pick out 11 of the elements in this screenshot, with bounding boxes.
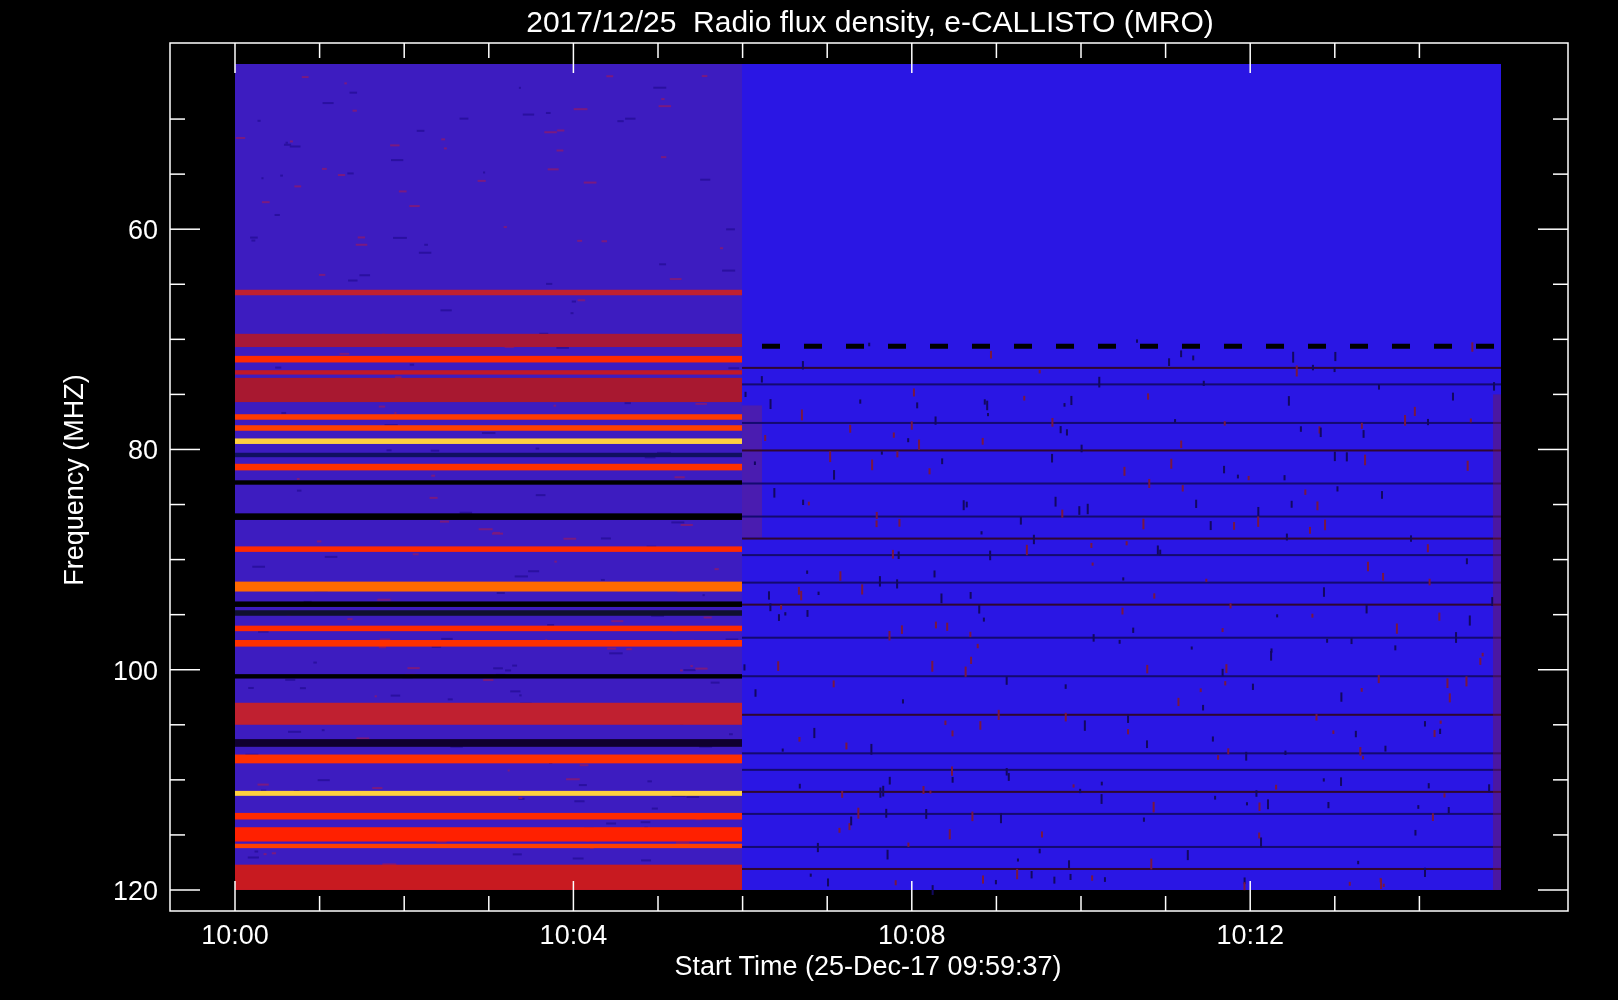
y-axis-title: Frequency (MHZ) [59,374,89,586]
x-axis-tick-label: 10:08 [878,920,946,950]
y-axis-tick-label: 100 [112,655,158,686]
x-axis-tick-label: 10:12 [1216,920,1284,950]
y-axis-tick-label: 80 [127,435,158,466]
y-axis-tick-label: 120 [112,876,158,906]
x-axis-tick-label: 10:04 [539,920,608,950]
chart-title: 2017/12/25 Radio flux density, e-CALLISTO (MRO) [526,5,1214,38]
y-axis-tick-label: 60 [127,215,158,246]
x-axis-title: Start Time (25-Dec-17 09:59:37) [674,951,1062,981]
x-axis-tick-label: 10:00 [201,920,269,950]
